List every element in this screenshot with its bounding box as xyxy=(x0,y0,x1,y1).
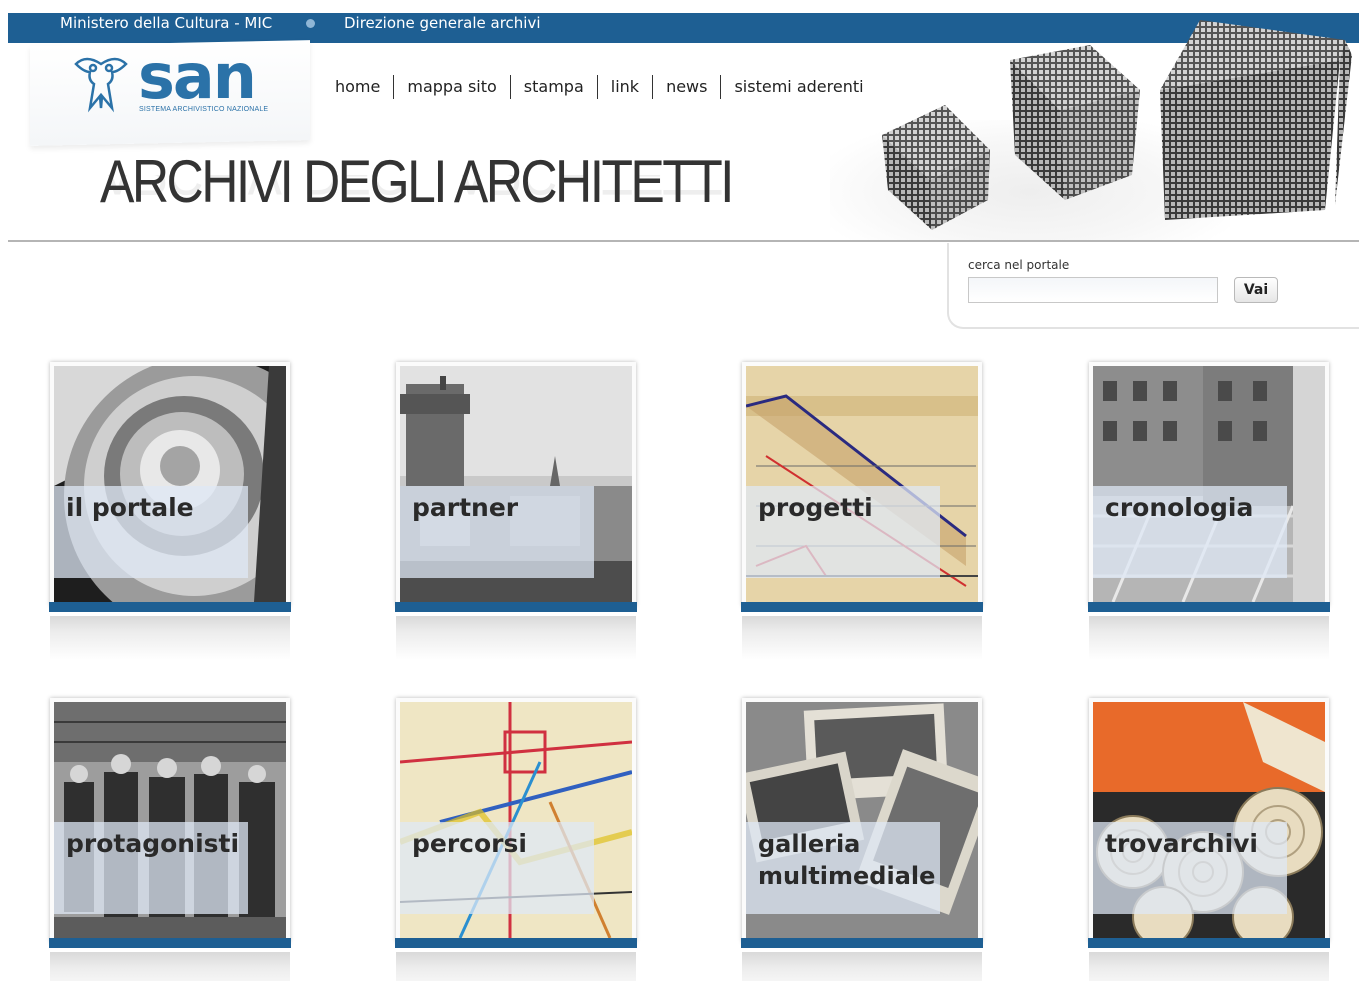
tile-bar xyxy=(395,938,637,948)
tile-label: galleria multimediale xyxy=(758,830,936,890)
main-nav: home mappa sito stampa link news sistemi… xyxy=(322,75,877,99)
tile-bar xyxy=(49,938,291,948)
tile-reflection xyxy=(50,952,290,981)
direzione-link[interactable]: Direzione generale archivi xyxy=(344,13,541,33)
ministry-link[interactable]: Ministero della Cultura - MIC xyxy=(60,13,272,33)
tile-reflection xyxy=(1089,616,1329,660)
tile-label: il portale xyxy=(66,493,194,522)
logo-subtitle: SISTEMA ARCHIVISTICO NAZIONALE xyxy=(139,106,269,113)
tile-bar xyxy=(395,602,637,612)
search-input[interactable] xyxy=(968,277,1218,303)
tile-label: progetti xyxy=(758,493,873,522)
tile-label: protagonisti xyxy=(66,829,240,858)
nav-link[interactable]: link xyxy=(596,75,652,99)
tile-bar xyxy=(741,602,983,612)
separator-dot-icon xyxy=(306,19,315,28)
nav-mappa-sito[interactable]: mappa sito xyxy=(393,75,509,99)
tile-reflection xyxy=(396,952,636,981)
page-title-reflection: ARCHIVI DEGLI ARCHITETTI xyxy=(100,175,732,205)
tile-bar xyxy=(741,938,983,948)
search-submit-button[interactable]: Vai xyxy=(1234,277,1278,303)
tile-label: trovarchivi xyxy=(1105,829,1259,858)
tile-label: cronologia xyxy=(1105,493,1254,522)
tile-bar xyxy=(1088,602,1330,612)
tile-reflection xyxy=(50,616,290,660)
nav-news[interactable]: news xyxy=(652,75,720,99)
tile-progetti[interactable]: progetti xyxy=(741,362,983,662)
tile-reflection xyxy=(742,616,982,660)
tile-il-portale[interactable]: il portale xyxy=(49,362,291,662)
tile-bar xyxy=(49,602,291,612)
tile-reflection xyxy=(396,616,636,660)
wire-cubes-icon xyxy=(882,20,1352,230)
header-divider xyxy=(8,240,1359,242)
tile-reflection xyxy=(742,952,982,981)
tile-trovarchivi[interactable]: trovarchivi xyxy=(1088,698,1330,981)
tile-label: partner xyxy=(412,493,519,522)
search-label: cerca nel portale xyxy=(968,258,1070,272)
san-emblem-icon[interactable] xyxy=(68,50,134,116)
nav-stampa[interactable]: stampa xyxy=(509,75,597,99)
nav-home[interactable]: home xyxy=(322,75,393,99)
logo-wordmark[interactable]: san xyxy=(138,42,257,112)
tile-reflection xyxy=(1089,952,1329,981)
tile-bar xyxy=(1088,938,1330,948)
tile-label: percorsi xyxy=(412,829,527,858)
tile-percorsi[interactable]: percorsi xyxy=(395,698,637,981)
nav-sistemi-aderenti[interactable]: sistemi aderenti xyxy=(720,75,876,99)
tile-protagonisti[interactable]: protagonisti xyxy=(49,698,291,981)
tile-galleria-multimediale[interactable]: galleria multimediale xyxy=(741,698,983,981)
tile-partner[interactable]: partner xyxy=(395,362,637,662)
tile-cronologia[interactable]: cronologia xyxy=(1088,362,1330,662)
